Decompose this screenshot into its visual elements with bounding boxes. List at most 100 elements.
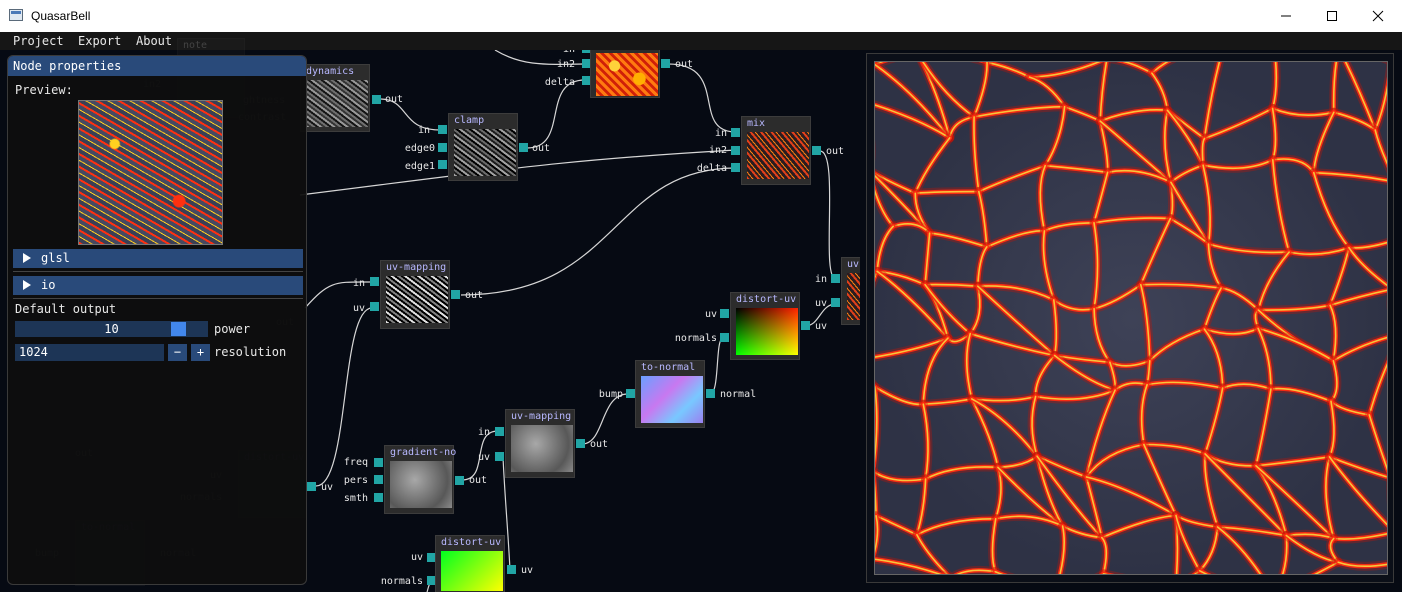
port-tonormal-bump[interactable] (626, 389, 635, 398)
section-io[interactable]: io (13, 276, 303, 295)
port-uvmap2-uv[interactable] (495, 452, 504, 461)
node-mix[interactable]: mix (741, 116, 811, 185)
close-icon (1372, 10, 1384, 22)
port-label: out (590, 439, 609, 450)
port-gradient-smth[interactable] (374, 493, 383, 502)
port-side-uv[interactable] (307, 482, 316, 491)
port-uvedge-uv[interactable] (831, 298, 840, 307)
section-label: io (41, 278, 56, 292)
menu-project[interactable]: Project (13, 34, 64, 48)
port-uvmap2-out[interactable] (576, 439, 585, 448)
node-title: clamp (454, 115, 485, 126)
node-title: distort-uv (441, 537, 502, 548)
node-title: uv-mapping (386, 262, 447, 273)
node-clamp[interactable]: clamp (448, 113, 518, 181)
node-title: dynamics (306, 66, 355, 77)
node-thumbnail (847, 273, 860, 320)
port-label: in (477, 427, 490, 438)
node-uv-mapping-2[interactable]: uv-mapping (505, 409, 575, 478)
node-dynamics[interactable]: dynamics (300, 64, 370, 132)
port-label: uv (704, 309, 717, 320)
node-thumbnail (454, 129, 516, 176)
section-glsl[interactable]: glsl (13, 249, 303, 268)
menu-export[interactable]: Export (78, 34, 121, 48)
port-distort1-out[interactable] (801, 321, 810, 330)
port-label: out (465, 290, 484, 301)
port-label: out (532, 143, 551, 154)
node-distort-uv-2[interactable]: distort-uv (435, 535, 505, 592)
port-clamp-edge0[interactable] (438, 143, 447, 152)
node-title: gradient-no (390, 447, 457, 458)
port-clamp-edge1[interactable] (438, 160, 447, 169)
port-topmix-out[interactable] (661, 59, 670, 68)
node-uv-edge[interactable]: uv- (841, 257, 860, 325)
port-distort1-normals[interactable] (720, 333, 729, 342)
resolution-input[interactable]: 1024 (15, 344, 164, 361)
minimize-button[interactable] (1263, 0, 1309, 32)
node-title: uv-mapping (511, 411, 572, 422)
port-distort1-uv[interactable] (720, 309, 729, 318)
port-uvmap1-in[interactable] (370, 277, 379, 286)
section-label: glsl (41, 251, 70, 265)
port-label: normal (720, 389, 757, 400)
expand-triangle-icon (23, 280, 31, 290)
node-to-normal[interactable]: to-normal (635, 360, 705, 428)
node-title: note (183, 40, 208, 51)
port-label: in (417, 125, 430, 136)
port-gradient-freq[interactable] (374, 458, 383, 467)
port-label: smth (343, 493, 368, 504)
lava-texture (875, 62, 1387, 574)
node-thumbnail (747, 132, 809, 179)
port-label: uv (321, 482, 334, 493)
port-gradient-pers[interactable] (374, 475, 383, 484)
preview-label: Preview: (15, 83, 73, 97)
maximize-button[interactable] (1309, 0, 1355, 32)
port-label: in (352, 278, 365, 289)
port-clamp-in[interactable] (438, 125, 447, 134)
texture-preview-pane[interactable] (866, 53, 1394, 583)
close-button[interactable] (1355, 0, 1401, 32)
port-tonormal-out[interactable] (706, 389, 715, 398)
node-thumbnail (596, 53, 658, 96)
node-uv-mapping-1[interactable]: uv-mapping (380, 260, 450, 329)
port-uvmap1-uv[interactable] (370, 302, 379, 311)
divider (13, 271, 303, 272)
port-mix-in[interactable] (731, 128, 740, 137)
default-output-label: Default output (15, 302, 117, 316)
port-mix-in2[interactable] (731, 146, 740, 155)
divider (13, 298, 303, 299)
port-uvedge-in[interactable] (831, 274, 840, 283)
resolution-label: resolution (214, 345, 287, 359)
node-properties-panel[interactable]: Node properties Preview: glsl io Default… (7, 55, 307, 585)
node-distort-uv-1[interactable]: distort-uv (730, 292, 800, 360)
minimize-icon (1281, 15, 1291, 17)
menu-about[interactable]: About (136, 34, 172, 48)
port-clamp-out[interactable] (519, 143, 528, 152)
resolution-increment-button[interactable]: + (191, 344, 210, 361)
port-label: out (675, 59, 694, 70)
port-label: uv (814, 298, 827, 309)
wire (819, 150, 837, 280)
port-label: normals (674, 333, 717, 344)
port-label: out (826, 146, 845, 157)
window-title: QuasarBell (31, 9, 91, 23)
port-dynamics-out[interactable] (372, 95, 381, 104)
panel-title: Node properties (8, 56, 306, 76)
node-top-mix[interactable] (590, 50, 660, 98)
port-label: edge0 (404, 143, 435, 154)
port-mix-delta[interactable] (731, 163, 740, 172)
node-gradient-noise[interactable]: gradient-no (384, 445, 457, 514)
port-mix-out[interactable] (812, 146, 821, 155)
port-gradient-out[interactable] (455, 476, 464, 485)
resolution-decrement-button[interactable]: − (168, 344, 187, 361)
port-label: out (469, 475, 488, 486)
port-label: uv (521, 565, 534, 576)
port-uvmap2-in[interactable] (495, 427, 504, 436)
port-label: delta (544, 77, 575, 88)
port-label: in (814, 274, 827, 285)
slider-handle[interactable] (171, 322, 186, 336)
power-slider[interactable]: 10 (15, 321, 208, 337)
node-thumbnail (386, 276, 448, 323)
port-distort2-out[interactable] (507, 565, 516, 574)
port-uvmap1-out[interactable] (451, 290, 460, 299)
